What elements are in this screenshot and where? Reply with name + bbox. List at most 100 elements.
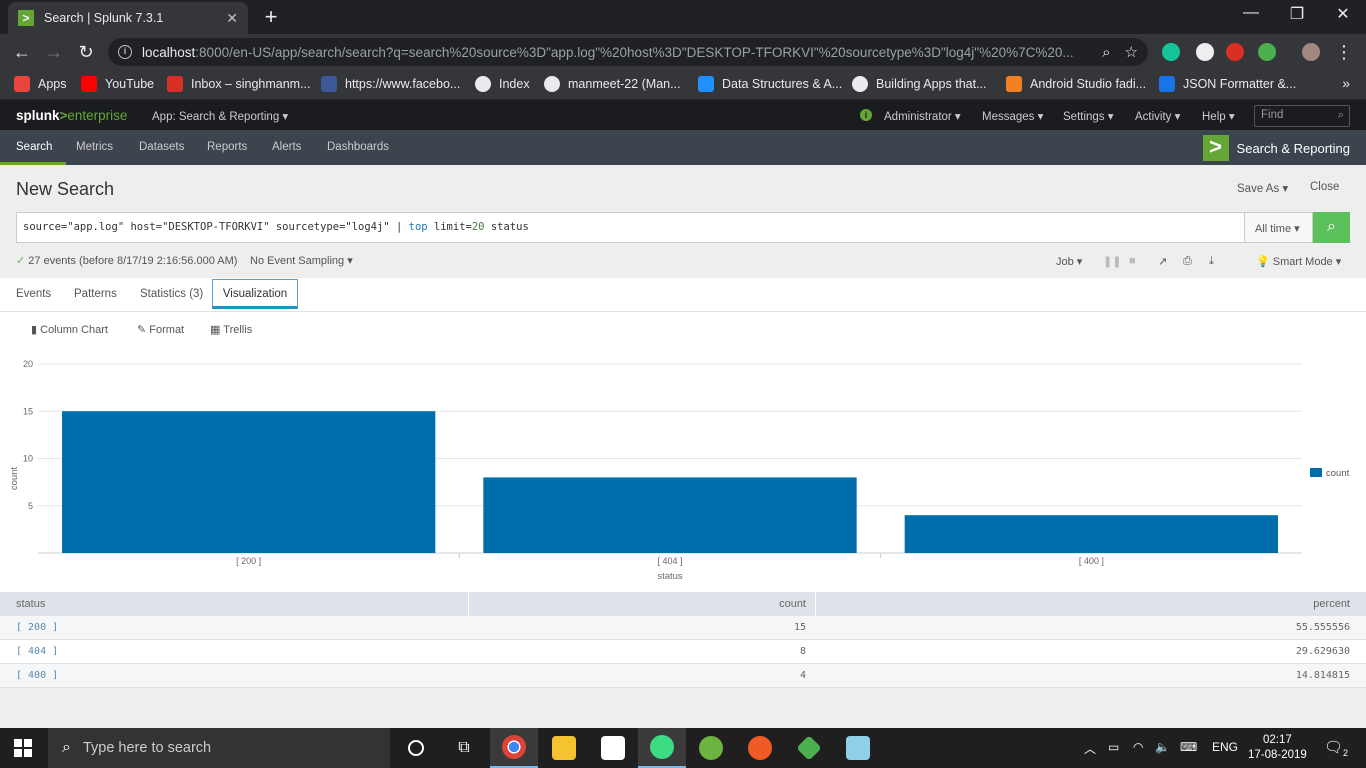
bookmark-android-studio[interactable]: Android Studio fadi... bbox=[1006, 76, 1146, 92]
nav-search[interactable]: Search bbox=[16, 141, 52, 153]
chart-bar[interactable] bbox=[62, 411, 436, 553]
administrator-menu[interactable]: Administrator ▾ bbox=[884, 109, 961, 123]
format-menu[interactable]: ✎ Format bbox=[137, 323, 184, 336]
bookmark-apps[interactable]: Apps bbox=[14, 76, 67, 92]
task-view-icon[interactable]: ⧉ bbox=[440, 728, 488, 768]
extension-icon[interactable] bbox=[1196, 43, 1214, 61]
find-input[interactable]: Find ⌕ bbox=[1254, 105, 1350, 127]
new-tab-button[interactable]: + bbox=[260, 4, 282, 30]
tab-statistics[interactable]: Statistics (3) bbox=[140, 288, 203, 300]
cortana-icon[interactable] bbox=[392, 728, 440, 768]
cell-status[interactable]: [ 400 ] bbox=[16, 670, 58, 681]
time-range-picker[interactable]: All time ▾ bbox=[1245, 212, 1313, 243]
bookmark-json-formatter[interactable]: JSON Formatter &... bbox=[1159, 76, 1296, 92]
close-tab-icon[interactable]: ✕ bbox=[226, 10, 238, 27]
bookmark-facebook[interactable]: https://www.facebo... bbox=[321, 76, 460, 92]
bookmark-star-icon[interactable]: ☆ bbox=[1125, 43, 1138, 61]
site-info-icon[interactable]: i bbox=[118, 45, 132, 59]
browser-menu-icon[interactable]: ⋮ bbox=[1332, 40, 1356, 64]
battery-icon[interactable]: ▭ bbox=[1108, 740, 1119, 754]
print-icon[interactable]: ⎙ bbox=[1183, 255, 1192, 268]
profile-avatar[interactable] bbox=[1302, 43, 1320, 61]
bookmark-gmail[interactable]: Inbox – singhmanm... bbox=[167, 76, 311, 92]
pause-icon[interactable]: ❚❚ bbox=[1103, 255, 1121, 268]
color-extension-icon[interactable] bbox=[1258, 43, 1276, 61]
volume-icon[interactable]: 🔈 bbox=[1155, 740, 1170, 754]
nav-dashboards[interactable]: Dashboards bbox=[327, 141, 389, 153]
search-button[interactable]: ⌕ bbox=[1313, 212, 1350, 243]
show-hidden-icons-icon[interactable]: ︿ bbox=[1084, 740, 1096, 757]
browser-tab-bar: > Search | Splunk 7.3.1 ✕ + — ❐ ✕ bbox=[0, 0, 1366, 34]
splunk-logo[interactable]: splunk>enterprise bbox=[16, 108, 127, 123]
url-input[interactable]: i localhost:8000/en-US/app/search/search… bbox=[108, 38, 1148, 66]
share-icon[interactable]: ↗ bbox=[1158, 255, 1167, 268]
reload-icon[interactable]: ↻ bbox=[74, 40, 98, 64]
nav-metrics[interactable]: Metrics bbox=[76, 141, 113, 153]
trellis-menu[interactable]: ▦ Trellis bbox=[210, 323, 252, 336]
cell-status[interactable]: [ 404 ] bbox=[16, 646, 58, 657]
taskbar-search-input[interactable]: ⌕ Type here to search bbox=[48, 728, 390, 768]
messages-menu[interactable]: Messages ▾ bbox=[982, 109, 1043, 123]
chrome-icon bbox=[502, 735, 526, 759]
smart-mode-menu[interactable]: 💡 Smart Mode ▾ bbox=[1256, 255, 1341, 268]
chart-bar[interactable] bbox=[483, 477, 857, 553]
bookmark-index[interactable]: Index bbox=[475, 76, 530, 92]
browser-tab[interactable]: > Search | Splunk 7.3.1 ✕ bbox=[8, 2, 248, 34]
android-studio-taskbar-icon[interactable] bbox=[638, 728, 686, 768]
column-header-status[interactable]: status bbox=[16, 598, 45, 610]
git-taskbar-icon[interactable] bbox=[785, 728, 833, 768]
more-bookmarks-icon[interactable]: » bbox=[1342, 75, 1350, 91]
postman-taskbar-icon[interactable] bbox=[736, 728, 784, 768]
stop-icon[interactable]: ■ bbox=[1129, 255, 1136, 267]
tab-visualization[interactable]: Visualization bbox=[212, 279, 298, 309]
mail-taskbar-icon[interactable] bbox=[589, 728, 637, 768]
grammarly-extension-icon[interactable] bbox=[1162, 43, 1180, 61]
system-clock[interactable]: 02:17 17-08-2019 bbox=[1248, 733, 1307, 763]
event-sampling-menu[interactable]: No Event Sampling ▾ bbox=[250, 254, 353, 267]
health-status-icon[interactable]: i bbox=[860, 109, 872, 121]
wifi-icon[interactable]: ◠ bbox=[1133, 740, 1143, 754]
file-explorer-taskbar-icon[interactable] bbox=[540, 728, 588, 768]
close-link[interactable]: Close bbox=[1310, 181, 1339, 193]
windows-start-icon[interactable] bbox=[14, 739, 32, 757]
column-chart-menu[interactable]: ▮ Column Chart bbox=[31, 323, 108, 336]
minimize-icon[interactable]: — bbox=[1236, 4, 1266, 22]
cell-status[interactable]: [ 200 ] bbox=[16, 622, 58, 633]
query-arg: limit= bbox=[427, 221, 472, 233]
save-as-menu[interactable]: Save As ▾ bbox=[1237, 181, 1288, 195]
notepad-taskbar-icon[interactable] bbox=[834, 728, 882, 768]
bookmark-building-apps[interactable]: Building Apps that... bbox=[852, 76, 987, 92]
zoom-icon[interactable]: ⌕ bbox=[1102, 44, 1110, 61]
notification-center-icon[interactable]: 🗨2 bbox=[1324, 738, 1348, 758]
chrome-taskbar-icon[interactable] bbox=[490, 728, 538, 768]
nav-alerts[interactable]: Alerts bbox=[272, 141, 301, 153]
spring-taskbar-icon[interactable] bbox=[687, 728, 735, 768]
mail-icon bbox=[601, 736, 625, 760]
restore-icon[interactable]: ❐ bbox=[1282, 4, 1312, 24]
tab-events[interactable]: Events bbox=[16, 288, 51, 300]
column-header-count[interactable]: count bbox=[779, 598, 806, 610]
keyboard-icon[interactable]: ⌨ bbox=[1180, 740, 1197, 754]
export-icon[interactable]: ⤓ bbox=[1209, 255, 1214, 268]
bookmark-github[interactable]: manmeet-22 (Man... bbox=[544, 76, 681, 92]
activity-menu[interactable]: Activity ▾ bbox=[1135, 109, 1180, 123]
block-extension-icon[interactable] bbox=[1226, 43, 1244, 61]
app-menu[interactable]: App: Search & Reporting ▾ bbox=[152, 109, 288, 123]
forward-icon[interactable]: → bbox=[42, 40, 66, 64]
settings-menu[interactable]: Settings ▾ bbox=[1063, 109, 1114, 123]
window-close-icon[interactable]: ✕ bbox=[1328, 4, 1358, 24]
tab-patterns[interactable]: Patterns bbox=[74, 288, 117, 300]
nav-reports[interactable]: Reports bbox=[207, 141, 247, 153]
column-header-percent[interactable]: percent bbox=[1313, 598, 1350, 610]
job-menu[interactable]: Job ▾ bbox=[1056, 255, 1082, 268]
chart-bar[interactable] bbox=[904, 515, 1278, 553]
back-icon[interactable]: ← bbox=[10, 40, 34, 64]
help-menu[interactable]: Help ▾ bbox=[1202, 109, 1235, 123]
search-query-input[interactable]: source="app.log" host="DESKTOP-TFORKVI" … bbox=[16, 212, 1245, 243]
app-nav-bar: Search Metrics Datasets Reports Alerts D… bbox=[0, 130, 1366, 165]
search-icon: ⌕ bbox=[62, 739, 71, 756]
language-indicator[interactable]: ENG bbox=[1212, 740, 1238, 754]
bookmark-data-structures[interactable]: Data Structures & A... bbox=[698, 76, 842, 92]
bookmark-youtube[interactable]: YouTube bbox=[81, 76, 154, 92]
nav-datasets[interactable]: Datasets bbox=[139, 141, 184, 153]
